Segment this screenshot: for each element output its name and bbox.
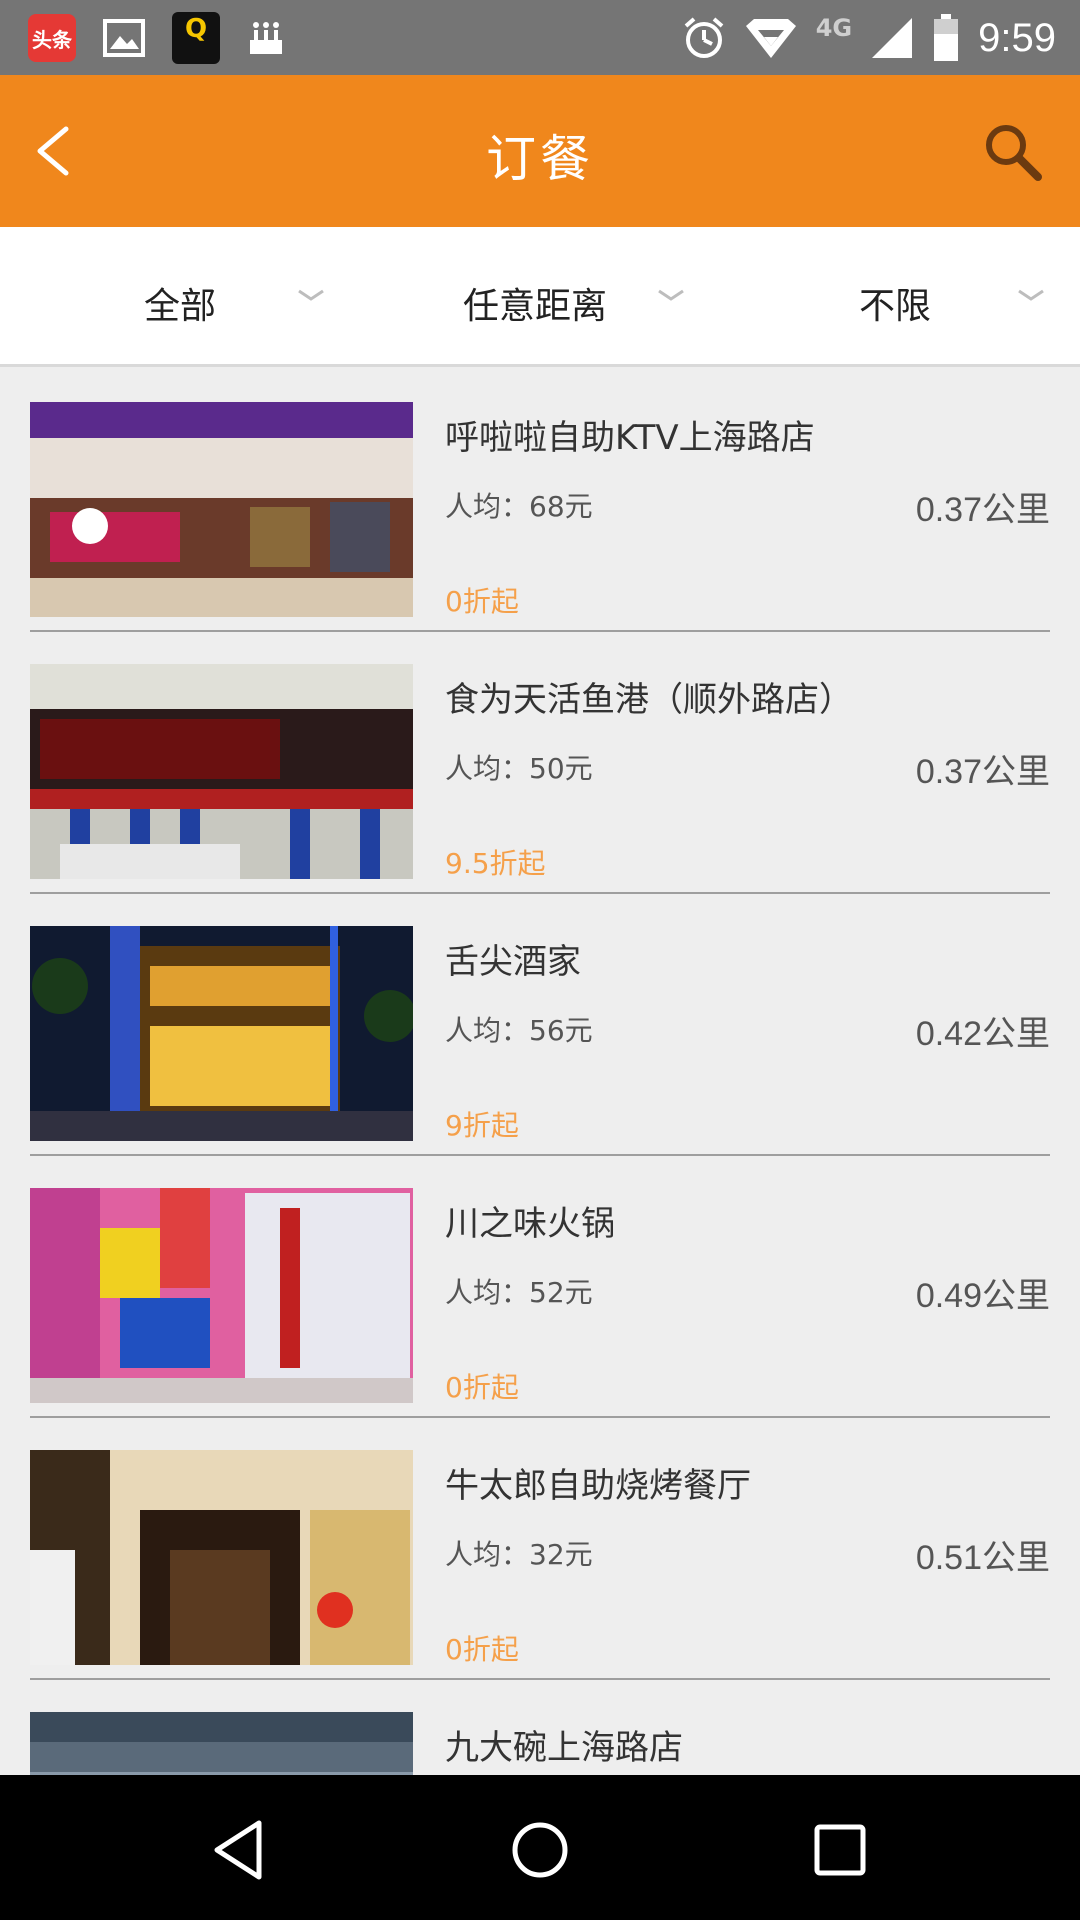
battery-icon [934, 14, 959, 61]
restaurant-item[interactable]: 舌尖酒家 人均：56元 0.42公里 9折起 [0, 894, 1080, 1156]
chevron-down-icon [658, 289, 684, 301]
restaurant-name: 食为天活鱼港（顺外路店） [445, 680, 853, 720]
restaurant-list: 呼啦啦自助KTV上海路店 人均：68元 0.37公里 0折起 食为天活鱼港（顺外 [0, 370, 1080, 1775]
restaurant-avg-price: 人均：50元 [445, 752, 593, 785]
restaurant-name: 呼啦啦自助KTV上海路店 [445, 418, 815, 458]
restaurant-photo [30, 1450, 413, 1665]
nav-recents-icon[interactable] [805, 1815, 875, 1885]
restaurant-avg-price: 人均：52元 [445, 1276, 593, 1309]
restaurant-item[interactable]: 九大碗上海路店 [0, 1680, 1080, 1775]
restaurant-avg-price: 人均：68元 [445, 490, 593, 523]
restaurant-distance: 0.49公里 [915, 1277, 1050, 1315]
wifi-icon [745, 19, 796, 58]
restaurant-distance: 0.42公里 [915, 1015, 1050, 1053]
restaurant-photo [30, 926, 413, 1141]
filter-category[interactable]: 全部 [0, 227, 360, 367]
filter-distance[interactable]: 任意距离 [360, 227, 720, 367]
restaurant-photo [30, 664, 413, 879]
status-bar: 头条 Q 4G 9:59 [0, 0, 1080, 75]
restaurant-discount: 0折起 [445, 1371, 519, 1404]
restaurant-item[interactable]: 川之味火锅 人均：52元 0.49公里 0折起 [0, 1156, 1080, 1418]
restaurant-avg-price: 人均：32元 [445, 1538, 593, 1571]
chevron-down-icon [1018, 289, 1044, 301]
alarm-icon [684, 17, 724, 58]
restaurant-distance: 0.37公里 [915, 753, 1050, 791]
nav-back-icon[interactable] [205, 1815, 275, 1885]
restaurant-name: 舌尖酒家 [445, 942, 581, 982]
search-icon[interactable] [982, 121, 1044, 183]
restaurant-item[interactable]: 食为天活鱼港（顺外路店） 人均：50元 0.37公里 9.5折起 [0, 632, 1080, 894]
restaurant-discount: 0折起 [445, 1633, 519, 1666]
restaurant-photo [30, 402, 413, 617]
restaurant-distance: 0.51公里 [915, 1539, 1050, 1577]
cake-icon [250, 22, 282, 54]
page-title: 订餐 [486, 130, 594, 188]
network-type: 4G [815, 14, 853, 42]
restaurant-name: 牛太郎自助烧烤餐厅 [445, 1466, 751, 1506]
restaurant-discount: 9折起 [445, 1109, 519, 1142]
nav-home-icon[interactable] [505, 1815, 575, 1885]
restaurant-item[interactable]: 呼啦啦自助KTV上海路店 人均：68元 0.37公里 0折起 [0, 370, 1080, 632]
chevron-down-icon [298, 289, 324, 301]
filter-bar: 全部 任意距离 不限 [0, 227, 1080, 367]
gallery-icon [103, 19, 145, 57]
restaurant-item[interactable]: 牛太郎自助烧烤餐厅 人均：32元 0.51公里 0折起 [0, 1418, 1080, 1680]
clock-time: 9:59 [978, 15, 1056, 60]
signal-icon [872, 18, 913, 58]
restaurant-photo [30, 1188, 413, 1403]
restaurant-name: 川之味火锅 [445, 1204, 615, 1244]
screen: 头条 Q 4G 9:59 订餐 全部 任意距离 不限 呼啦啦自助KTV上海路店 … [0, 0, 1080, 1920]
filter-price[interactable]: 不限 [720, 227, 1080, 367]
restaurant-name: 九大碗上海路店 [445, 1728, 683, 1768]
q-app-icon: Q [172, 12, 220, 64]
news-app-icon: 头条 [28, 14, 76, 62]
app-header: 订餐 [0, 75, 1080, 227]
restaurant-discount: 0折起 [445, 585, 519, 618]
restaurant-distance: 0.37公里 [915, 491, 1050, 529]
restaurant-avg-price: 人均：56元 [445, 1014, 593, 1047]
restaurant-discount: 9.5折起 [445, 847, 546, 880]
restaurant-photo [30, 1712, 413, 1775]
navigation-bar [0, 1775, 1080, 1920]
